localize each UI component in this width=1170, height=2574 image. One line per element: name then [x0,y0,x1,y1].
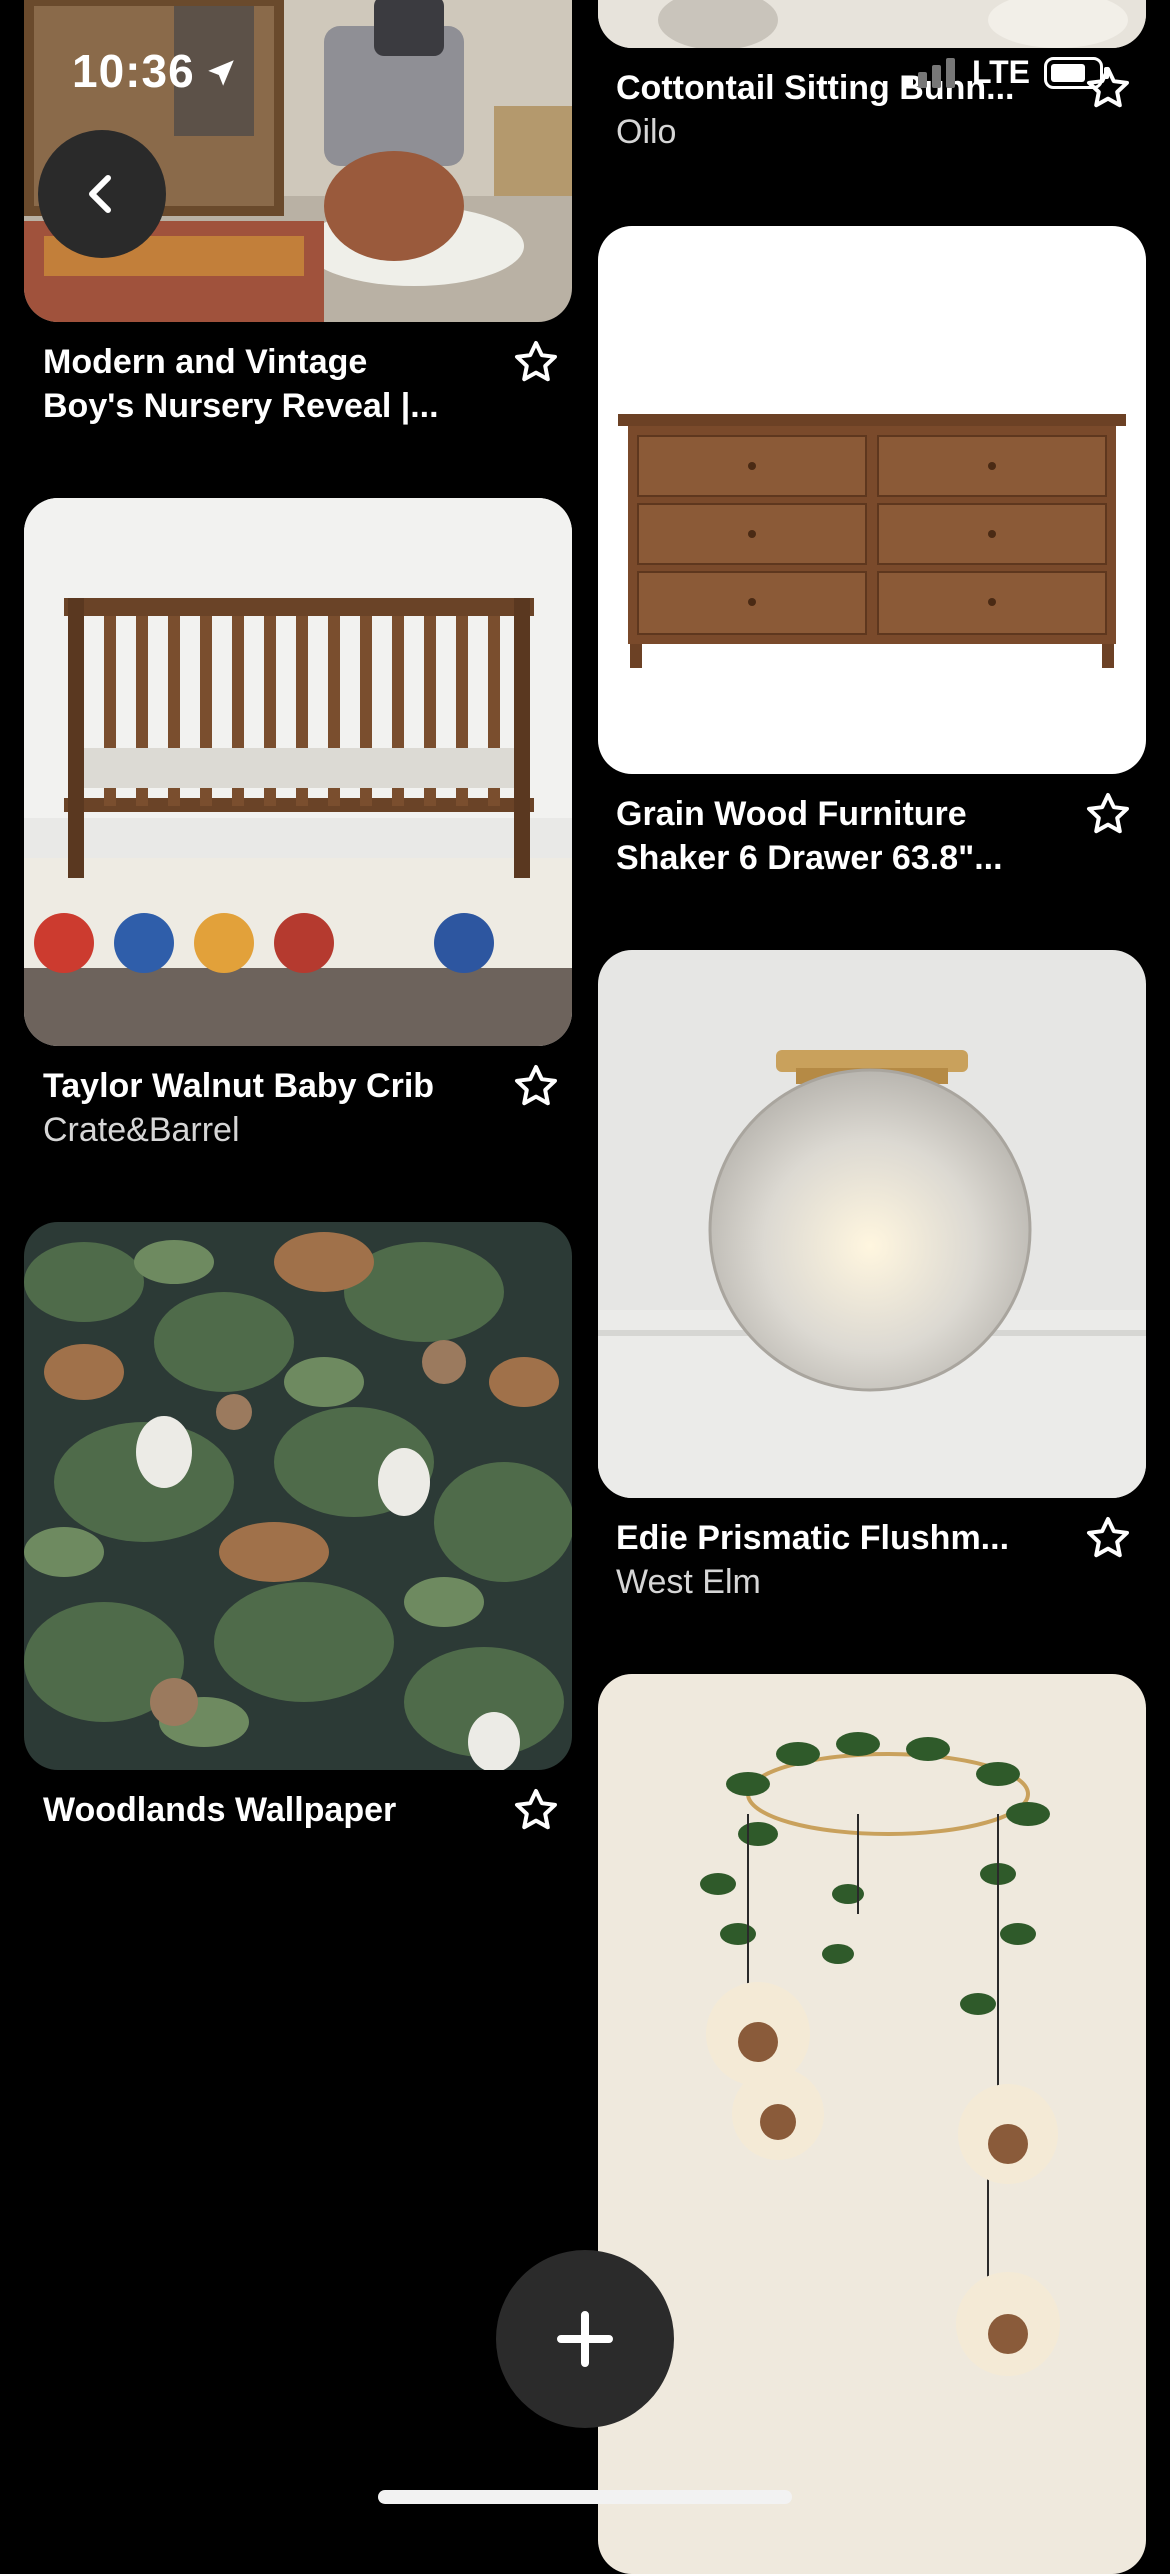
card-title-line1[interactable]: Modern and Vintage [43,340,503,384]
card-title[interactable]: Woodlands Wallpaper [43,1788,503,1832]
chevron-left-icon [89,175,111,213]
card-title-line1[interactable]: Grain Wood Furniture [616,792,1056,836]
card-subtitle: West Elm [616,1563,761,1601]
dresser-image[interactable] [598,226,1146,774]
star-icon[interactable] [1084,1514,1132,1562]
card-subtitle: Crate&Barrel [43,1111,240,1149]
flushmount-light-image[interactable] [598,950,1146,1498]
star-icon[interactable] [512,338,560,386]
cottontail-bunny-image[interactable] [598,0,1146,48]
back-button[interactable] [38,130,166,258]
add-button[interactable] [496,2250,674,2428]
star-icon[interactable] [512,1786,560,1834]
status-indicators: LTE [903,54,1110,91]
plus-icon [557,2311,613,2367]
location-arrow-icon [208,60,234,86]
home-indicator[interactable] [378,2490,792,2504]
card-title-line2[interactable]: Boy's Nursery Reveal |... [43,384,503,428]
star-icon[interactable] [1084,790,1132,838]
baby-crib-image[interactable] [24,498,572,1046]
battery-icon [1044,56,1109,89]
card-title-line2[interactable]: Shaker 6 Drawer 63.8"... [616,836,1056,880]
card-title[interactable]: Edie Prismatic Flushm... [616,1516,1056,1560]
star-icon[interactable] [512,1062,560,1110]
card-title[interactable]: Taylor Walnut Baby Crib [43,1064,503,1108]
signal-icon [903,57,955,88]
network-type: LTE [971,54,1030,90]
floral-mobile-image[interactable] [598,1674,1146,2574]
woodlands-wallpaper-image[interactable] [24,1222,572,1770]
status-time: 10:36 [72,45,195,97]
card-subtitle: Oilo [616,113,677,151]
